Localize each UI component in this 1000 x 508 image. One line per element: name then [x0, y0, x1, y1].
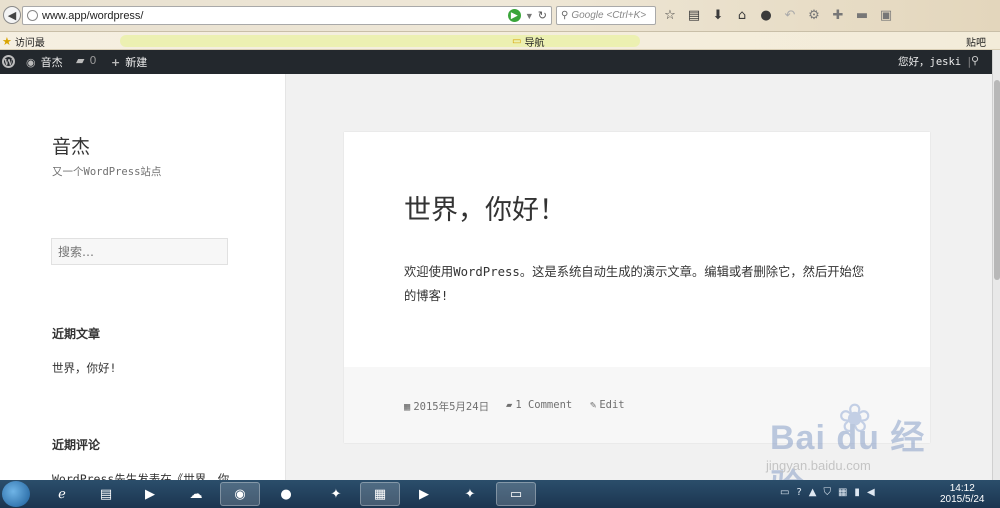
- recent-posts-title: 近期文章: [52, 327, 101, 341]
- app-icon[interactable]: ✦: [450, 482, 490, 506]
- search-engine-input[interactable]: ⚲ Google <Ctrl+K>: [556, 6, 656, 25]
- bookmark-most-visited[interactable]: ★ 访问最: [2, 34, 45, 49]
- gear-icon[interactable]: ⚙: [806, 7, 822, 23]
- pencil-icon: ✎: [590, 399, 597, 411]
- watermark-url: jingyan.baidu.com: [766, 458, 871, 473]
- highlight-smear: [120, 35, 640, 47]
- puzzle-icon[interactable]: ✚: [830, 7, 846, 23]
- reload-icon[interactable]: ↻: [538, 9, 547, 22]
- wordpress-logo-icon[interactable]: W: [2, 55, 15, 68]
- battery-icon[interactable]: ▮: [854, 487, 860, 498]
- bookmark-label: 访问最: [14, 38, 45, 49]
- site-sidebar: 音杰 又一个WordPress站点 近期文章 世界，你好! 近期评论 WordP…: [0, 74, 286, 486]
- wp-admin-bar: W ◉ 音杰 ▰ 0 + 新建 您好，jeski | ⚲: [0, 50, 992, 74]
- admin-comments-link[interactable]: ▰ 0: [76, 54, 96, 67]
- post-comments-link[interactable]: ▰ 1 Comment: [506, 399, 572, 411]
- browser-toolbar: ◀ www.app/wordpress/ ▶ ▼ ↻ ⚲ Google <Ctr…: [0, 0, 1000, 32]
- admin-site-name: 音杰: [40, 56, 63, 69]
- app-icon[interactable]: ✦: [316, 482, 356, 506]
- admin-site-link[interactable]: ◉ 音杰: [26, 54, 63, 70]
- search-icon: ⚲: [561, 10, 569, 21]
- clock-time: 14:12: [949, 483, 975, 494]
- comments-text: 1 Comment: [515, 399, 573, 411]
- undo-icon[interactable]: ↶: [782, 7, 798, 23]
- comment-bubble-icon: ▰: [506, 399, 513, 411]
- site-description: 又一个WordPress站点: [52, 166, 162, 178]
- ie-icon[interactable]: ℯ: [42, 482, 82, 506]
- admin-account-link[interactable]: 您好，jeski |: [898, 54, 972, 69]
- comments-count: 0: [89, 54, 97, 67]
- go-button[interactable]: ▶: [507, 9, 521, 22]
- keyboard-icon[interactable]: ▭: [780, 487, 789, 498]
- admin-search-button[interactable]: ⚲: [971, 54, 979, 67]
- tray-expand-icon[interactable]: ▲: [809, 487, 817, 498]
- bookmark-label: 贴吧: [966, 38, 986, 49]
- post-title[interactable]: 世界，你好！: [404, 188, 566, 227]
- dashboard-icon: ◉: [26, 55, 36, 69]
- system-tray: ▭ ? ▲ ⛉ ▦ ▮ ◀: [780, 487, 875, 498]
- recent-comments-title: 近期评论: [52, 438, 101, 452]
- media-player-icon[interactable]: ▶: [130, 482, 170, 506]
- comment-bubble-icon: ▰: [76, 54, 85, 67]
- bookmark-label: 导航: [524, 38, 545, 49]
- globe-icon: [27, 10, 38, 21]
- folder-icon[interactable]: ▬: [854, 7, 870, 23]
- address-bar[interactable]: www.app/wordpress/ ▶ ▼ ↻: [22, 6, 552, 25]
- search-input[interactable]: [51, 238, 228, 265]
- network-icon[interactable]: ▦: [838, 487, 847, 498]
- folder-icon: ▭: [512, 36, 522, 47]
- plus-icon: +: [111, 55, 121, 69]
- video-player-icon[interactable]: ▶: [404, 482, 444, 506]
- url-text: www.app/wordpress/: [42, 9, 144, 22]
- recent-post-link[interactable]: 世界，你好!: [52, 360, 116, 376]
- site-title[interactable]: 音杰: [52, 132, 90, 159]
- server-app-icon[interactable]: ▦: [360, 482, 400, 506]
- clock[interactable]: 14:12 2015/5/24: [940, 483, 985, 505]
- back-button[interactable]: ◀: [3, 6, 21, 24]
- window-icon[interactable]: ▣: [878, 7, 894, 23]
- windows-taskbar: ℯ ▤ ▶ ☁ ◉ ● ✦ ▦ ▶ ✦ ▭ ▭ ? ▲ ⛉ ▦ ▮ ◀ 14:1…: [0, 480, 1000, 508]
- admin-new-link[interactable]: + 新建: [111, 54, 147, 70]
- volume-icon[interactable]: ◀: [867, 487, 875, 498]
- greeting-text: 您好，jeski: [898, 56, 962, 68]
- folder-icon[interactable]: ▭: [496, 482, 536, 506]
- bookmark-tieba[interactable]: 贴吧: [966, 34, 986, 49]
- firefox-icon[interactable]: ◉: [220, 482, 260, 506]
- bookmarks-bar: ★ 访问最 ▭ 导航 贴吧: [0, 32, 1000, 50]
- post-edit-link[interactable]: ✎ Edit: [590, 399, 625, 411]
- clock-date: 2015/5/24: [940, 494, 985, 505]
- bookmark-star-icon: ★: [2, 35, 12, 48]
- search-icon: ⚲: [971, 54, 980, 67]
- page-scrollbar[interactable]: [992, 50, 1000, 480]
- clipboard-icon[interactable]: ▤: [686, 7, 702, 23]
- start-button[interactable]: [2, 481, 30, 507]
- post-content: 欢迎使用WordPress。这是系统自动生成的演示文章。编辑或者删除它，然后开始…: [404, 265, 865, 303]
- help-icon[interactable]: ?: [796, 487, 801, 498]
- download-icon[interactable]: ⬇: [710, 7, 726, 23]
- post-date: 2015年5月24日: [413, 401, 490, 413]
- new-label: 新建: [125, 56, 148, 69]
- green-app-icon[interactable]: ●: [266, 482, 306, 506]
- chat-icon[interactable]: ●: [758, 7, 774, 23]
- home-icon[interactable]: ⌂: [734, 7, 750, 23]
- dropdown-arrow-icon[interactable]: ▼: [525, 11, 534, 21]
- file-explorer-icon[interactable]: ▤: [86, 482, 126, 506]
- calendar-icon: ▦: [404, 400, 411, 413]
- cloud-app-icon[interactable]: ☁: [176, 482, 216, 506]
- edit-text: Edit: [599, 399, 625, 411]
- star-icon[interactable]: ☆: [662, 7, 678, 23]
- scroll-thumb[interactable]: [994, 80, 1000, 280]
- shield-icon[interactable]: ⛉: [823, 487, 831, 498]
- baidu-watermark: ❀ Bai du 经验 jingyan.baidu.com: [760, 396, 960, 506]
- post-date-link[interactable]: ▦ 2015年5月24日: [404, 399, 489, 414]
- bookmark-nav[interactable]: ▭ 导航: [512, 34, 544, 49]
- search-engine-placeholder: Google <Ctrl+K>: [571, 10, 647, 21]
